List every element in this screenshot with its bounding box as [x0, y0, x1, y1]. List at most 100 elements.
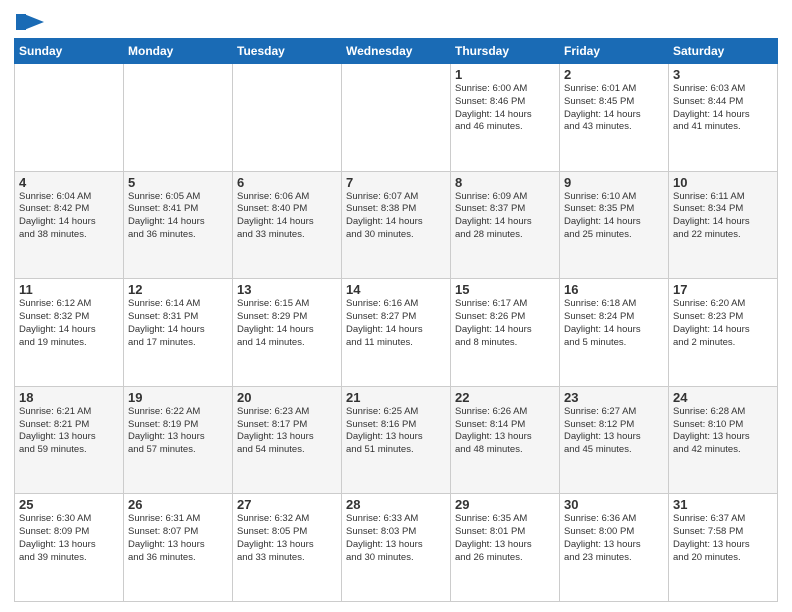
day-number: 7: [346, 175, 446, 190]
cell-text: Sunrise: 6:31 AM Sunset: 8:07 PM Dayligh…: [128, 513, 228, 564]
day-number: 8: [455, 175, 555, 190]
calendar-cell: [233, 64, 342, 172]
calendar-cell: 3Sunrise: 6:03 AM Sunset: 8:44 PM Daylig…: [669, 64, 778, 172]
day-number: 21: [346, 390, 446, 405]
cell-text: Sunrise: 6:01 AM Sunset: 8:45 PM Dayligh…: [564, 83, 664, 134]
day-number: 9: [564, 175, 664, 190]
calendar-cell: 10Sunrise: 6:11 AM Sunset: 8:34 PM Dayli…: [669, 171, 778, 279]
calendar-cell: 18Sunrise: 6:21 AM Sunset: 8:21 PM Dayli…: [15, 386, 124, 494]
day-number: 27: [237, 497, 337, 512]
week-row-1: 1Sunrise: 6:00 AM Sunset: 8:46 PM Daylig…: [15, 64, 778, 172]
cell-text: Sunrise: 6:16 AM Sunset: 8:27 PM Dayligh…: [346, 298, 446, 349]
day-number: 10: [673, 175, 773, 190]
cell-text: Sunrise: 6:36 AM Sunset: 8:00 PM Dayligh…: [564, 513, 664, 564]
day-number: 25: [19, 497, 119, 512]
dow-header-saturday: Saturday: [669, 39, 778, 64]
calendar-cell: 6Sunrise: 6:06 AM Sunset: 8:40 PM Daylig…: [233, 171, 342, 279]
calendar-cell: [342, 64, 451, 172]
day-number: 3: [673, 67, 773, 82]
day-number: 20: [237, 390, 337, 405]
cell-text: Sunrise: 6:27 AM Sunset: 8:12 PM Dayligh…: [564, 406, 664, 457]
calendar-cell: 13Sunrise: 6:15 AM Sunset: 8:29 PM Dayli…: [233, 279, 342, 387]
day-number: 2: [564, 67, 664, 82]
cell-text: Sunrise: 6:03 AM Sunset: 8:44 PM Dayligh…: [673, 83, 773, 134]
cell-text: Sunrise: 6:00 AM Sunset: 8:46 PM Dayligh…: [455, 83, 555, 134]
calendar-cell: 7Sunrise: 6:07 AM Sunset: 8:38 PM Daylig…: [342, 171, 451, 279]
calendar-cell: 31Sunrise: 6:37 AM Sunset: 7:58 PM Dayli…: [669, 494, 778, 602]
day-number: 29: [455, 497, 555, 512]
day-number: 11: [19, 282, 119, 297]
cell-text: Sunrise: 6:09 AM Sunset: 8:37 PM Dayligh…: [455, 191, 555, 242]
calendar-cell: 20Sunrise: 6:23 AM Sunset: 8:17 PM Dayli…: [233, 386, 342, 494]
calendar-cell: 8Sunrise: 6:09 AM Sunset: 8:37 PM Daylig…: [451, 171, 560, 279]
cell-text: Sunrise: 6:04 AM Sunset: 8:42 PM Dayligh…: [19, 191, 119, 242]
day-number: 24: [673, 390, 773, 405]
cell-text: Sunrise: 6:21 AM Sunset: 8:21 PM Dayligh…: [19, 406, 119, 457]
day-number: 26: [128, 497, 228, 512]
calendar-cell: 19Sunrise: 6:22 AM Sunset: 8:19 PM Dayli…: [124, 386, 233, 494]
cell-text: Sunrise: 6:35 AM Sunset: 8:01 PM Dayligh…: [455, 513, 555, 564]
cell-text: Sunrise: 6:10 AM Sunset: 8:35 PM Dayligh…: [564, 191, 664, 242]
dow-header-thursday: Thursday: [451, 39, 560, 64]
dow-header-friday: Friday: [560, 39, 669, 64]
calendar-cell: 30Sunrise: 6:36 AM Sunset: 8:00 PM Dayli…: [560, 494, 669, 602]
cell-text: Sunrise: 6:23 AM Sunset: 8:17 PM Dayligh…: [237, 406, 337, 457]
calendar-cell: 14Sunrise: 6:16 AM Sunset: 8:27 PM Dayli…: [342, 279, 451, 387]
day-number: 4: [19, 175, 119, 190]
cell-text: Sunrise: 6:22 AM Sunset: 8:19 PM Dayligh…: [128, 406, 228, 457]
dow-header-monday: Monday: [124, 39, 233, 64]
day-number: 14: [346, 282, 446, 297]
cell-text: Sunrise: 6:07 AM Sunset: 8:38 PM Dayligh…: [346, 191, 446, 242]
calendar-cell: [15, 64, 124, 172]
calendar-cell: 22Sunrise: 6:26 AM Sunset: 8:14 PM Dayli…: [451, 386, 560, 494]
cell-text: Sunrise: 6:06 AM Sunset: 8:40 PM Dayligh…: [237, 191, 337, 242]
calendar-cell: 23Sunrise: 6:27 AM Sunset: 8:12 PM Dayli…: [560, 386, 669, 494]
dow-header-wednesday: Wednesday: [342, 39, 451, 64]
calendar-body: 1Sunrise: 6:00 AM Sunset: 8:46 PM Daylig…: [15, 64, 778, 602]
week-row-3: 11Sunrise: 6:12 AM Sunset: 8:32 PM Dayli…: [15, 279, 778, 387]
cell-text: Sunrise: 6:14 AM Sunset: 8:31 PM Dayligh…: [128, 298, 228, 349]
cell-text: Sunrise: 6:33 AM Sunset: 8:03 PM Dayligh…: [346, 513, 446, 564]
calendar-cell: 2Sunrise: 6:01 AM Sunset: 8:45 PM Daylig…: [560, 64, 669, 172]
calendar-cell: 24Sunrise: 6:28 AM Sunset: 8:10 PM Dayli…: [669, 386, 778, 494]
calendar-cell: 4Sunrise: 6:04 AM Sunset: 8:42 PM Daylig…: [15, 171, 124, 279]
week-row-5: 25Sunrise: 6:30 AM Sunset: 8:09 PM Dayli…: [15, 494, 778, 602]
cell-text: Sunrise: 6:11 AM Sunset: 8:34 PM Dayligh…: [673, 191, 773, 242]
calendar-cell: [124, 64, 233, 172]
calendar-cell: 21Sunrise: 6:25 AM Sunset: 8:16 PM Dayli…: [342, 386, 451, 494]
dow-header-sunday: Sunday: [15, 39, 124, 64]
calendar-table: SundayMondayTuesdayWednesdayThursdayFrid…: [14, 38, 778, 602]
day-number: 23: [564, 390, 664, 405]
calendar-cell: 25Sunrise: 6:30 AM Sunset: 8:09 PM Dayli…: [15, 494, 124, 602]
cell-text: Sunrise: 6:37 AM Sunset: 7:58 PM Dayligh…: [673, 513, 773, 564]
day-number: 28: [346, 497, 446, 512]
calendar-cell: 12Sunrise: 6:14 AM Sunset: 8:31 PM Dayli…: [124, 279, 233, 387]
cell-text: Sunrise: 6:12 AM Sunset: 8:32 PM Dayligh…: [19, 298, 119, 349]
logo: [14, 10, 46, 30]
week-row-4: 18Sunrise: 6:21 AM Sunset: 8:21 PM Dayli…: [15, 386, 778, 494]
page: SundayMondayTuesdayWednesdayThursdayFrid…: [0, 0, 792, 612]
cell-text: Sunrise: 6:20 AM Sunset: 8:23 PM Dayligh…: [673, 298, 773, 349]
header: [14, 10, 778, 30]
day-number: 15: [455, 282, 555, 297]
day-number: 19: [128, 390, 228, 405]
day-number: 1: [455, 67, 555, 82]
day-number: 6: [237, 175, 337, 190]
day-number: 18: [19, 390, 119, 405]
cell-text: Sunrise: 6:17 AM Sunset: 8:26 PM Dayligh…: [455, 298, 555, 349]
logo-icon: [16, 10, 46, 34]
calendar-cell: 27Sunrise: 6:32 AM Sunset: 8:05 PM Dayli…: [233, 494, 342, 602]
day-number: 22: [455, 390, 555, 405]
week-row-2: 4Sunrise: 6:04 AM Sunset: 8:42 PM Daylig…: [15, 171, 778, 279]
cell-text: Sunrise: 6:30 AM Sunset: 8:09 PM Dayligh…: [19, 513, 119, 564]
day-number: 12: [128, 282, 228, 297]
calendar-cell: 17Sunrise: 6:20 AM Sunset: 8:23 PM Dayli…: [669, 279, 778, 387]
day-number: 16: [564, 282, 664, 297]
calendar-cell: 15Sunrise: 6:17 AM Sunset: 8:26 PM Dayli…: [451, 279, 560, 387]
day-number: 17: [673, 282, 773, 297]
day-number: 31: [673, 497, 773, 512]
cell-text: Sunrise: 6:32 AM Sunset: 8:05 PM Dayligh…: [237, 513, 337, 564]
calendar-cell: 26Sunrise: 6:31 AM Sunset: 8:07 PM Dayli…: [124, 494, 233, 602]
cell-text: Sunrise: 6:18 AM Sunset: 8:24 PM Dayligh…: [564, 298, 664, 349]
calendar-cell: 1Sunrise: 6:00 AM Sunset: 8:46 PM Daylig…: [451, 64, 560, 172]
